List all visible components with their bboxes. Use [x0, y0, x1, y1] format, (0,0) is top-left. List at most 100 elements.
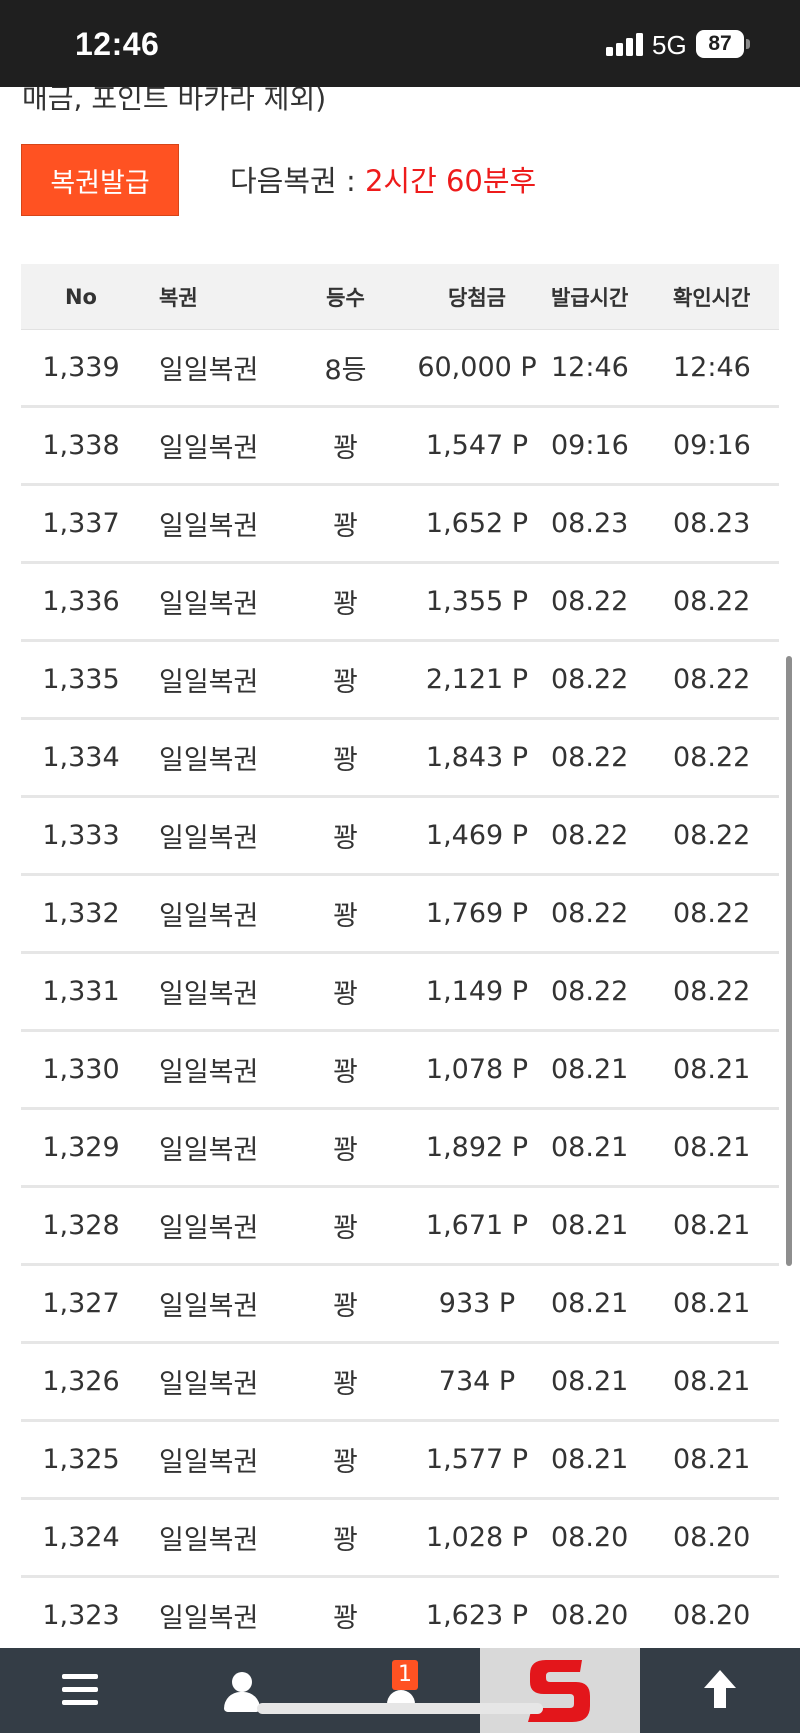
cell-prize: 1,892 P	[425, 1132, 529, 1163]
cell-rank: 꽝	[333, 823, 358, 854]
status-time: 12:46	[75, 26, 160, 62]
cell-prize: 1,547 P	[425, 430, 529, 461]
cell-prize: 1,843 P	[425, 742, 529, 773]
cell-no: 1,330	[42, 1054, 120, 1085]
cell-lottery: 일일복권	[159, 1447, 259, 1478]
table-row: 1,333 일일복권 꽝 1,469 P 08.22 08.22	[21, 798, 779, 876]
table-row: 1,326 일일복권 꽝 734 P 08.21 08.21	[21, 1344, 779, 1422]
home-indicator	[257, 1703, 543, 1714]
cell-checked-time: 08.22	[673, 586, 751, 617]
cell-issued-time: 08.21	[551, 1132, 629, 1163]
table-row: 1,338 일일복권 꽝 1,547 P 09:16 09:16	[21, 408, 779, 486]
cell-no: 1,337	[42, 508, 120, 539]
table-row: 1,329 일일복권 꽝 1,892 P 08.21 08.21	[21, 1110, 779, 1188]
cell-prize: 1,623 P	[425, 1600, 529, 1631]
next-lottery-time: 2시간 60분후	[364, 164, 537, 198]
cell-rank: 꽝	[333, 979, 358, 1010]
site-logo-icon[interactable]	[480, 1648, 640, 1733]
column-header-issued-time: 발급시간	[551, 285, 629, 310]
cell-prize: 1,028 P	[425, 1522, 529, 1553]
cell-rank: 꽝	[333, 1135, 358, 1166]
cell-issued-time: 08.22	[551, 820, 629, 851]
arrow-up-icon[interactable]	[700, 1666, 740, 1714]
cell-issued-time: 08.22	[551, 664, 629, 695]
cell-lottery: 일일복권	[159, 667, 259, 698]
column-header-no: No	[64, 284, 97, 309]
table-body: 1,339 일일복권 8등 60,000 P 12:46 12:46 1,338 일일복권 꽝 1…	[21, 330, 779, 1647]
cell-checked-time: 08.21	[673, 1210, 751, 1241]
cell-rank: 꽝	[333, 589, 358, 620]
cell-checked-time: 08.21	[673, 1132, 751, 1163]
cell-prize: 1,769 P	[425, 898, 529, 929]
cell-checked-time: 08.20	[673, 1522, 751, 1553]
cell-checked-time: 08.21	[673, 1444, 751, 1475]
cell-issued-time: 08.22	[551, 742, 629, 773]
cell-lottery: 일일복권	[159, 1525, 259, 1556]
cell-rank: 꽝	[333, 1213, 358, 1244]
cell-issued-time: 08.22	[551, 586, 629, 617]
cell-no: 1,323	[42, 1600, 120, 1631]
cell-lottery: 일일복권	[159, 1135, 259, 1166]
cell-checked-time: 08.22	[673, 976, 751, 1007]
cell-lottery: 일일복권	[159, 901, 259, 932]
rules-partial-text: 매금, 포인트 바카라 제외)	[22, 87, 327, 115]
cell-prize: 1,469 P	[425, 820, 529, 851]
cell-issued-time: 12:46	[551, 352, 629, 383]
cell-prize: 1,355 P	[425, 586, 529, 617]
cell-lottery: 일일복권	[159, 355, 259, 386]
cell-no: 1,338	[42, 430, 120, 461]
table-row: 1,332 일일복권 꽝 1,769 P 08.22 08.22	[21, 876, 779, 954]
cell-checked-time: 08.22	[673, 664, 751, 695]
cell-lottery: 일일복권	[159, 1291, 259, 1322]
cell-lottery: 일일복권	[159, 1603, 259, 1634]
cell-issued-time: 08.20	[551, 1600, 629, 1631]
cell-lottery: 일일복권	[159, 433, 259, 464]
table-header: No 복권 등수 당첨금 발급시간 확인시간	[21, 264, 779, 330]
cell-rank: 꽝	[333, 1057, 358, 1088]
cell-no: 1,331	[42, 976, 120, 1007]
cell-rank: 꽝	[333, 1447, 358, 1478]
cell-rank: 꽝	[333, 1291, 358, 1322]
table-row: 1,335 일일복권 꽝 2,121 P 08.22 08.22	[21, 642, 779, 720]
cell-no: 1,332	[42, 898, 120, 929]
cell-no: 1,334	[42, 742, 120, 773]
cell-prize: 1,577 P	[425, 1444, 529, 1475]
cell-rank: 꽝	[333, 1369, 358, 1400]
cell-rank: 꽝	[333, 511, 358, 542]
table-row: 1,328 일일복권 꽝 1,671 P 08.21 08.21	[21, 1188, 779, 1266]
table-row: 1,331 일일복권 꽝 1,149 P 08.22 08.22	[21, 954, 779, 1032]
cell-rank: 꽝	[333, 1603, 358, 1634]
cell-rank: 꽝	[333, 433, 358, 464]
cell-checked-time: 08.21	[673, 1288, 751, 1319]
column-header-prize: 당첨금	[448, 285, 506, 310]
next-lottery-label: 다음복권 :	[230, 164, 356, 198]
cell-checked-time: 12:46	[673, 352, 751, 383]
cell-no: 1,329	[42, 1132, 120, 1163]
cell-prize: 734 P	[438, 1366, 516, 1397]
cell-lottery: 일일복권	[159, 1369, 259, 1400]
cell-checked-time: 08.21	[673, 1366, 751, 1397]
cell-no: 1,336	[42, 586, 120, 617]
status-bar: 12:46 5G 87	[0, 0, 800, 87]
cell-lottery: 일일복권	[159, 1213, 259, 1244]
cell-issued-time: 08.20	[551, 1522, 629, 1553]
cell-prize: 60,000 P	[417, 352, 537, 383]
column-header-checked-time: 확인시간	[673, 285, 751, 310]
menu-icon[interactable]	[60, 1670, 100, 1710]
cell-prize: 1,078 P	[425, 1054, 529, 1085]
table-row: 1,339 일일복권 8등 60,000 P 12:46 12:46	[21, 330, 779, 408]
cell-checked-time: 08.23	[673, 508, 751, 539]
issue-lottery-button[interactable]: 복권발급	[21, 144, 179, 216]
cell-lottery: 일일복권	[159, 979, 259, 1010]
cell-rank: 꽝	[333, 745, 358, 776]
cell-checked-time: 08.22	[673, 742, 751, 773]
cell-checked-time: 08.22	[673, 820, 751, 851]
bottom-nav: 1	[0, 1648, 800, 1733]
table-row: 1,323 일일복권 꽝 1,623 P 08.20 08.20	[21, 1578, 779, 1647]
cell-no: 1,328	[42, 1210, 120, 1241]
cell-rank: 꽝	[333, 667, 358, 698]
cell-no: 1,327	[42, 1288, 120, 1319]
user-icon[interactable]	[222, 1666, 262, 1714]
scrollbar[interactable]	[786, 656, 792, 1266]
cell-prize: 1,652 P	[425, 508, 529, 539]
